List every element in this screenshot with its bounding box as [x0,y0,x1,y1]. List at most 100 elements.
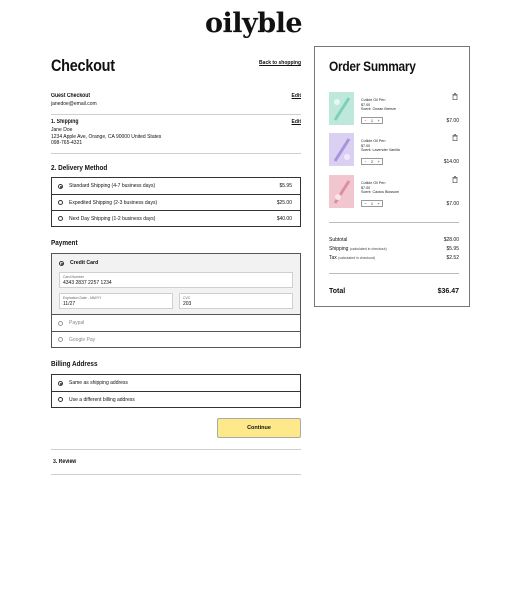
delivery-options: Standard Shipping (4-7 business days) $5… [51,177,301,227]
item-details: Cuticle Oil Pen $7.00 Scent: Lavender Va… [361,139,400,153]
divider [51,153,301,154]
qty-plus-button[interactable]: + [378,160,380,164]
cart-item: Cuticle Oil Pen $7.00 Scent: Cactus Blos… [329,175,459,211]
radio-icon[interactable] [58,320,63,326]
tax-label: Tax [329,255,337,261]
payment-heading: Payment [51,238,78,247]
shipping-note: (calculated in checkout) [349,247,387,251]
item-price: $7.00 [446,118,459,124]
guest-checkout-section: Guest Checkout Edit janedoe@email.com [51,93,301,114]
expiry-label: Expiration Date - MM/YY [63,296,102,300]
paypal-label: Paypal [69,320,85,326]
radio-icon[interactable] [58,200,63,205]
shipping-phone: 098-765-4321 [51,140,83,146]
trash-icon[interactable] [452,134,458,141]
total-value: $36.47 [437,288,459,295]
cvc-label: CVC [183,296,191,300]
qty-plus-button[interactable]: + [378,202,380,206]
option-label: Expedited Shipping (2-3 business days) [69,199,158,206]
subtotal-label: Subtotal [329,237,348,243]
qty-plus-button[interactable]: + [378,119,380,123]
billing-different-option[interactable]: Use a different billing address [52,391,300,407]
delivery-option-next-day[interactable]: Next Day Shipping (1-2 business days) $4… [52,210,300,226]
shipping-value: $5.95 [446,246,459,252]
shipping-section: 1. Shipping Edit Jane Doe 1234 Apple Ave… [51,119,301,153]
shipping-label: Shipping [329,246,349,252]
option-price: $5.95 [279,183,292,189]
edit-shipping-button[interactable]: Edit [292,119,301,125]
card-number-value: 4343 2837 2257 1234 [63,280,112,286]
trash-icon[interactable] [452,93,458,100]
review-heading[interactable]: 3. Review [53,459,264,465]
radio-icon[interactable] [58,216,63,221]
option-label: Next Day Shipping (1-2 business days) [69,215,156,222]
delivery-method-heading: 2. Delivery Method [51,163,108,172]
pen-product-image [329,175,354,208]
qty-minus-button[interactable]: − [364,119,366,123]
page-title: Checkout [51,56,115,75]
order-summary-panel: Order Summary Cuticle Oil Pen $7.00 Scen… [314,46,470,307]
paypal-option[interactable]: Paypal [52,315,300,331]
guest-checkout-heading: Guest Checkout [51,93,91,99]
tax-note: (calculated in checkout) [338,256,375,260]
divider [51,474,301,475]
radio-icon[interactable] [58,397,63,402]
order-summary-title: Order Summary [329,58,416,74]
tax-value: $2.52 [446,255,459,261]
quantity-stepper[interactable]: − 2 + [361,158,383,165]
option-label: Standard Shipping (4-7 business days) [69,183,156,189]
item-price: $7.00 [446,201,459,207]
qty-value: 2 [371,159,373,164]
continue-button[interactable]: Continue [217,418,301,438]
pen-product-image [329,92,354,125]
option-label: Same as shipping address [69,380,128,386]
total-row: Total $36.47 [329,288,459,295]
cvc-field[interactable]: CVC 203 [179,293,293,309]
divider [51,114,301,115]
total-label: Total [329,288,346,295]
divider [329,222,459,223]
cvc-value: 203 [183,301,192,307]
divider [51,449,301,450]
edit-guest-button[interactable]: Edit [292,93,301,99]
cart-item: Cuticle Oil Pen $7.00 Scent: Ocean Breez… [329,92,459,128]
credit-card-option[interactable]: Credit Card Card Number 4343 2837 2257 1… [52,254,300,315]
trash-icon[interactable] [452,176,458,183]
delivery-option-standard[interactable]: Standard Shipping (4-7 business days) $5… [52,178,300,194]
checkout-panel: Checkout Back to shopping Guest Checkout… [51,56,301,475]
billing-address-heading: Billing Address [51,359,98,368]
back-to-shopping-link[interactable]: Back to shopping [259,60,301,66]
pen-product-image [329,133,354,166]
radio-selected-icon[interactable] [58,380,63,386]
item-details: Cuticle Oil Pen $7.00 Scent: Cactus Blos… [361,181,400,195]
shipping-heading: 1. Shipping [51,119,79,125]
qty-minus-button[interactable]: − [364,202,366,206]
expiry-value: 11/27 [63,301,76,307]
option-price: $40.00 [276,215,292,222]
qty-value: 1 [371,201,373,206]
card-number-field[interactable]: Card Number 4343 2837 2257 1234 [59,272,293,288]
expiry-field[interactable]: Expiration Date - MM/YY 11/27 [59,293,173,309]
cart-item: Cuticle Oil Pen $7.00 Scent: Lavender Va… [329,133,459,169]
item-price: $14.00 [443,159,459,165]
quantity-stepper[interactable]: − 1 + [361,117,383,124]
radio-selected-icon[interactable] [59,260,64,266]
credit-card-label: Credit Card [70,260,99,266]
radio-selected-icon[interactable] [58,183,63,189]
item-details: Cuticle Oil Pen $7.00 Scent: Ocean Breez… [361,98,397,112]
quantity-stepper[interactable]: − 1 + [361,200,383,207]
guest-email: janedoe@email.com [51,101,97,107]
tax-row: Tax (calculated in checkout) $2.52 [329,255,459,261]
billing-options: Same as shipping address Use a different… [51,374,301,408]
qty-value: 1 [371,118,373,123]
radio-icon[interactable] [58,337,63,342]
google-pay-option[interactable]: Google Pay [52,331,300,347]
payment-options: Credit Card Card Number 4343 2837 2257 1… [51,253,301,348]
option-label: Use a different billing address [69,396,135,403]
delivery-option-expedited[interactable]: Expedited Shipping (2-3 business days) $… [52,194,300,210]
brand-logo[interactable]: oilyble [0,8,507,39]
subtotal-value: $28.00 [443,237,459,243]
billing-same-option[interactable]: Same as shipping address [52,375,300,391]
card-number-label: Card Number [63,275,85,279]
qty-minus-button[interactable]: − [364,160,366,164]
